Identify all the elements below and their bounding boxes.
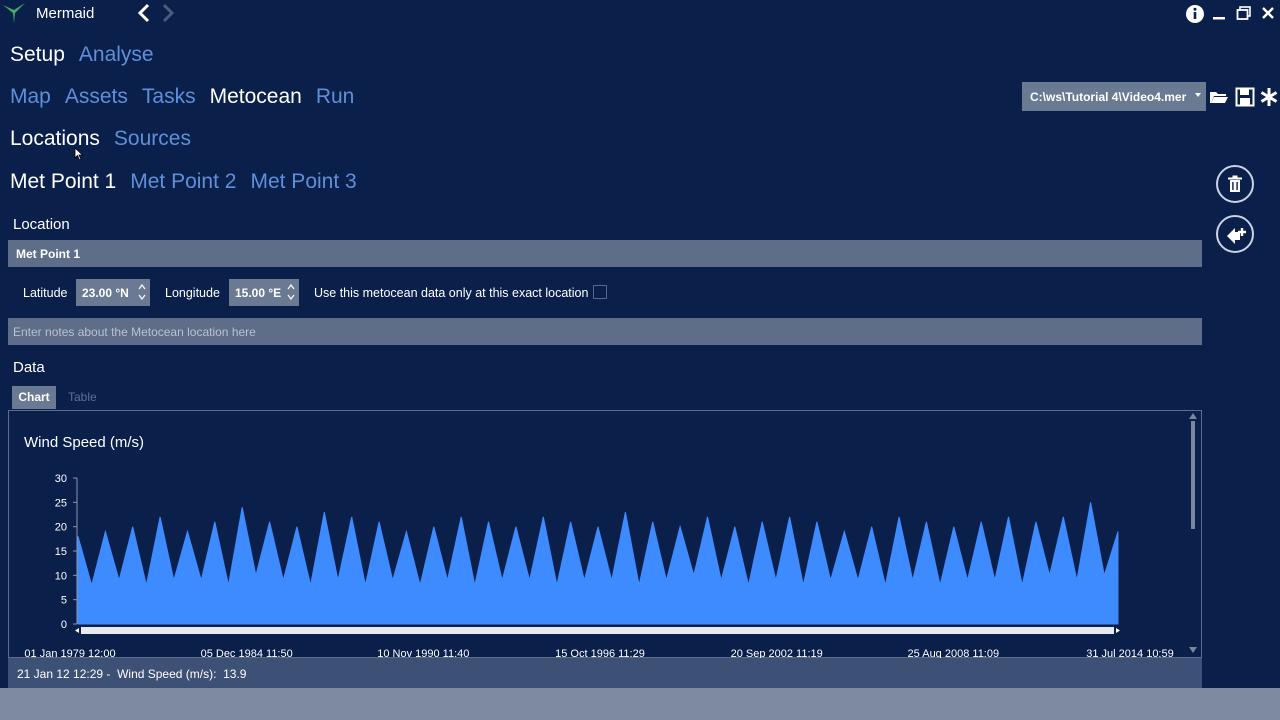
nav-metocean[interactable]: Metocean bbox=[210, 85, 302, 108]
minimize-icon[interactable] bbox=[1212, 4, 1226, 22]
x-tick-label: 31 Jul 2014 10:59 bbox=[1086, 648, 1173, 658]
location-tabs: Met Point 1 Met Point 2 Met Point 3 bbox=[10, 170, 371, 194]
latitude-label: Latitude bbox=[23, 286, 68, 300]
chart-scrollbar-thumb[interactable] bbox=[1191, 421, 1195, 529]
nav-map[interactable]: Map bbox=[10, 85, 51, 108]
range-right-arrow-icon bbox=[1116, 628, 1120, 633]
chart-title: Wind Speed (m/s) bbox=[24, 434, 145, 451]
notes-field[interactable] bbox=[8, 318, 1202, 345]
nav-run[interactable]: Run bbox=[316, 85, 355, 108]
trash-icon bbox=[1228, 175, 1242, 192]
nav-analyse[interactable]: Analyse bbox=[79, 43, 154, 66]
save-icon[interactable] bbox=[1235, 87, 1255, 107]
longitude-label: Longitude bbox=[165, 286, 220, 300]
location-name-field[interactable] bbox=[8, 240, 1202, 267]
tab-met-point-3[interactable]: Met Point 3 bbox=[250, 170, 356, 193]
add-marker-icon bbox=[1227, 228, 1246, 244]
scroll-down-icon[interactable] bbox=[1189, 647, 1197, 653]
status-separator: - bbox=[103, 667, 118, 681]
close-icon[interactable] bbox=[1260, 4, 1276, 22]
spin-down-icon[interactable] bbox=[287, 294, 295, 300]
range-left-arrow-icon bbox=[75, 628, 79, 633]
scroll-up-icon[interactable] bbox=[1189, 413, 1197, 419]
asterisk-icon[interactable] bbox=[1259, 86, 1279, 108]
open-folder-icon[interactable] bbox=[1209, 87, 1229, 107]
metocean-nav: Locations Sources bbox=[10, 127, 205, 151]
nav-setup[interactable]: Setup bbox=[10, 43, 65, 66]
spin-up-icon[interactable] bbox=[287, 284, 295, 290]
status-timestamp: 21 Jan 12 12:29 bbox=[17, 667, 104, 681]
y-tick-label: 0 bbox=[61, 619, 67, 631]
latitude-value: 23.00 °N bbox=[82, 286, 129, 300]
bottom-strip bbox=[0, 688, 1280, 720]
x-tick-label: 25 Aug 2008 11:09 bbox=[908, 648, 1000, 658]
chevron-down-icon bbox=[1195, 93, 1201, 97]
longitude-value: 15.00 °E bbox=[235, 286, 282, 300]
longitude-stepper[interactable]: 15.00 °E bbox=[229, 279, 299, 306]
tab-table[interactable]: Table bbox=[68, 386, 97, 409]
tab-chart[interactable]: Chart bbox=[12, 386, 56, 409]
setup-nav: Map Assets Tasks Metocean Run bbox=[10, 85, 368, 109]
y-tick-label: 15 bbox=[55, 546, 67, 558]
mermaid-logo-icon bbox=[3, 3, 25, 23]
latitude-stepper[interactable]: 23.00 °N bbox=[76, 279, 150, 306]
tab-met-point-2[interactable]: Met Point 2 bbox=[130, 170, 236, 193]
x-tick-label: 05 Dec 1984 11:50 bbox=[201, 648, 293, 658]
x-tick-label: 20 Sep 2002 11:19 bbox=[731, 648, 823, 658]
tab-met-point-1[interactable]: Met Point 1 bbox=[10, 170, 116, 193]
y-tick-label: 20 bbox=[55, 522, 67, 534]
spin-up-icon[interactable] bbox=[138, 284, 146, 290]
y-tick-label: 30 bbox=[55, 473, 67, 485]
status-bar: 21 Jan 12 12:29 - Wind Speed (m/s): 13.9 bbox=[8, 658, 1202, 688]
delete-location-button[interactable] bbox=[1216, 165, 1254, 203]
add-location-button[interactable] bbox=[1216, 215, 1254, 253]
spin-down-icon[interactable] bbox=[138, 294, 146, 300]
forward-arrow-icon[interactable] bbox=[158, 2, 178, 24]
exact-location-label: Use this metocean data only at this exac… bbox=[314, 286, 589, 300]
mouse-cursor-icon bbox=[74, 147, 84, 161]
status-readout: Wind Speed (m/s): 13.9 bbox=[117, 667, 247, 681]
x-tick-label: 01 Jan 1979 12:00 bbox=[24, 648, 115, 658]
nav-locations[interactable]: Locations bbox=[10, 127, 100, 150]
location-heading: Location bbox=[13, 216, 70, 233]
file-path-text: C:\ws\Tutorial 4\Video4.mer bbox=[1030, 90, 1187, 104]
title-bar bbox=[0, 0, 1280, 28]
y-tick-label: 25 bbox=[55, 497, 67, 509]
info-icon[interactable] bbox=[1184, 3, 1206, 25]
restore-window-icon[interactable] bbox=[1236, 4, 1252, 22]
nav-tasks[interactable]: Tasks bbox=[142, 85, 196, 108]
y-tick-label: 10 bbox=[55, 570, 67, 582]
app-title: Mermaid bbox=[36, 5, 95, 22]
nav-sources[interactable]: Sources bbox=[114, 127, 191, 150]
wind-speed-series-area bbox=[77, 502, 1119, 625]
y-tick-label: 5 bbox=[61, 595, 67, 607]
nav-assets[interactable]: Assets bbox=[65, 85, 128, 108]
back-arrow-icon[interactable] bbox=[134, 2, 154, 24]
chart-range-scrollbar bbox=[81, 627, 1114, 634]
file-path-dropdown[interactable]: C:\ws\Tutorial 4\Video4.mer bbox=[1022, 82, 1206, 111]
exact-location-checkbox[interactable] bbox=[593, 285, 607, 299]
x-tick-label: 10 Nov 1990 11:40 bbox=[377, 648, 469, 658]
x-tick-label: 15 Oct 1996 11:29 bbox=[555, 648, 645, 658]
data-heading: Data bbox=[13, 359, 45, 376]
main-nav: Setup Analyse bbox=[10, 43, 168, 67]
wind-speed-chart: 0 5 10 15 20 25 30 01 Jan 1979 12:00 05 Dec 1984… bbox=[24, 473, 1173, 658]
